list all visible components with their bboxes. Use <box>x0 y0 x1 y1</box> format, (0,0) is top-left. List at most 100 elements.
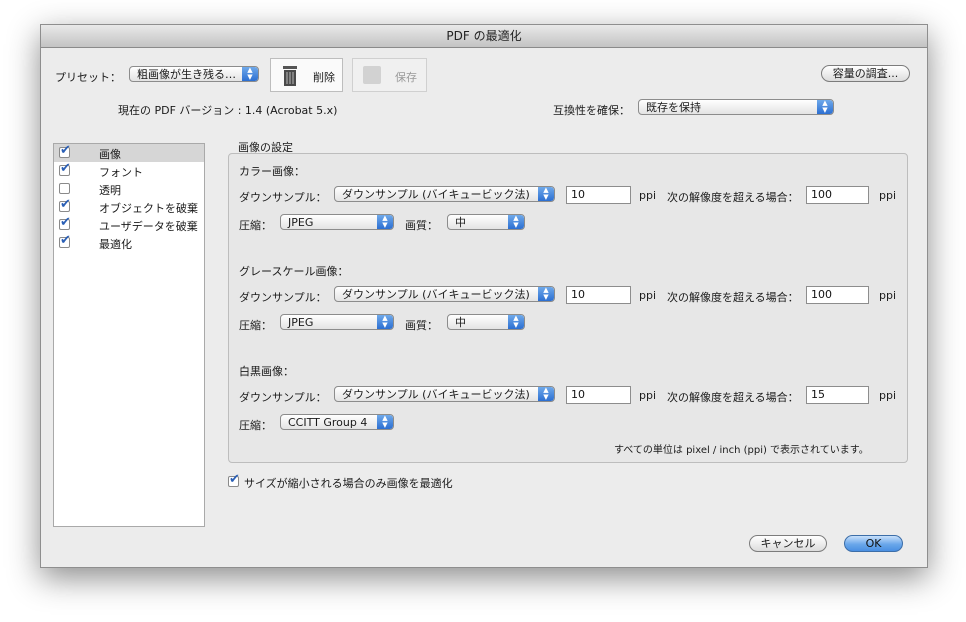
gray-ppi-input[interactable]: 10 <box>566 286 631 304</box>
images-checkbox[interactable]: ✔ <box>59 143 71 158</box>
gray-compression-value: JPEG <box>288 316 314 329</box>
select-arrows-icon: ▲ ▼ <box>242 67 258 81</box>
checkmark-icon: ✔ <box>60 143 71 158</box>
gray-compression-select[interactable]: JPEG ▲ ▼ <box>280 314 394 330</box>
color-quality-label: 画質： <box>405 219 438 232</box>
color-downsample-select[interactable]: ダウンサンプル (バイキュービック法) ▲ ▼ <box>334 186 555 202</box>
trash-icon <box>283 66 297 86</box>
fonts-checkbox[interactable]: ✔ <box>59 161 71 176</box>
cancel-button[interactable]: キャンセル <box>749 535 827 552</box>
gray-quality-value: 中 <box>455 316 466 329</box>
gray-quality-select[interactable]: 中 ▲ ▼ <box>447 314 525 330</box>
ppi-unit: ppi <box>639 289 657 302</box>
ppi-unit: ppi <box>879 289 897 302</box>
sidebar-item-label: 最適化 <box>99 238 132 251</box>
save-button[interactable]: 保存 <box>352 58 427 92</box>
mono-above-label: 次の解像度を超える場合： <box>667 391 799 404</box>
select-arrows-icon: ▲ ▼ <box>508 215 524 229</box>
sidebar-item-images[interactable]: ✔ 画像 <box>54 144 204 162</box>
optimize-pdf-dialog: PDF の最適化 プリセット： 粗画像が生き残る… ▲ ▼ 削除 保存 容量の調査… <box>40 24 928 568</box>
color-compression-select[interactable]: JPEG ▲ ▼ <box>280 214 394 230</box>
compatibility-select[interactable]: 既存を保持 ▲ ▼ <box>638 99 834 115</box>
save-icon <box>363 66 381 84</box>
sidebar-item-discard-objects[interactable]: ✔ オブジェクトを破棄 <box>54 198 204 216</box>
color-above-label: 次の解像度を超える場合： <box>667 191 799 204</box>
gray-images-heading: グレースケール画像： <box>239 265 349 278</box>
mono-downsample-label: ダウンサンプル： <box>239 391 327 404</box>
transparency-checkbox[interactable] <box>59 183 70 194</box>
checkmark-icon: ✔ <box>60 161 71 176</box>
ok-button[interactable]: OK <box>844 535 903 552</box>
color-ppi-input[interactable]: 10 <box>566 186 631 204</box>
mono-above-input[interactable]: 15 <box>806 386 869 404</box>
mono-compression-label: 圧縮： <box>239 419 272 432</box>
compatibility-label: 互換性を確保： <box>553 104 630 117</box>
sidebar-item-label: ユーザデータを破棄 <box>99 220 198 233</box>
ppi-unit: ppi <box>639 389 657 402</box>
gray-above-label: 次の解像度を超える場合： <box>667 291 799 304</box>
discard-objects-checkbox[interactable]: ✔ <box>59 197 71 212</box>
ppi-unit: ppi <box>879 189 897 202</box>
compatibility-value: 既存を保持 <box>646 101 701 114</box>
select-arrows-icon: ▲ ▼ <box>538 287 554 301</box>
optimize-checkbox[interactable]: ✔ <box>59 233 71 248</box>
select-arrows-icon: ▲ ▼ <box>377 415 393 429</box>
color-compression-value: JPEG <box>288 216 314 229</box>
sidebar-item-optimize[interactable]: ✔ 最適化 <box>54 234 204 252</box>
select-arrows-icon: ▲ ▼ <box>377 315 393 329</box>
sidebar-item-label: フォント <box>99 166 143 179</box>
gray-downsample-label: ダウンサンプル： <box>239 291 327 304</box>
sidebar-item-label: オブジェクトを破棄 <box>99 202 198 215</box>
category-list: ✔ 画像 ✔ フォント 透明 ✔ オブジェクトを破棄 ✔ ユーザデータを破棄 ✔… <box>53 143 205 527</box>
units-note: すべての単位は pixel / inch (ppi) で表示されています。 <box>614 445 869 456</box>
sidebar-item-transparency[interactable]: 透明 <box>54 180 204 198</box>
gray-downsample-value: ダウンサンプル (バイキュービック法) <box>342 288 530 301</box>
sidebar-item-label: 画像 <box>99 148 121 161</box>
preset-value: 粗画像が生き残る… <box>137 68 236 81</box>
current-pdf-version: 現在の PDF バージョン : 1.4 (Acrobat 5.x) <box>118 104 338 117</box>
checkmark-icon: ✔ <box>60 197 71 212</box>
preset-label: プリセット： <box>55 71 121 84</box>
ppi-unit: ppi <box>639 189 657 202</box>
color-downsample-value: ダウンサンプル (バイキュービック法) <box>342 188 530 201</box>
mono-compression-value: CCITT Group 4 <box>288 416 368 429</box>
image-settings-group: カラー画像： ダウンサンプル： ダウンサンプル (バイキュービック法) ▲ ▼ 1… <box>228 153 908 463</box>
optimize-only-checkbox[interactable]: ✔ <box>228 472 240 487</box>
select-arrows-icon: ▲ ▼ <box>377 215 393 229</box>
window-title: PDF の最適化 <box>41 25 927 48</box>
sidebar-item-discard-user-data[interactable]: ✔ ユーザデータを破棄 <box>54 216 204 234</box>
optimize-only-label: サイズが縮小される場合のみ画像を最適化 <box>244 477 453 490</box>
color-downsample-label: ダウンサンプル： <box>239 191 327 204</box>
mono-ppi-input[interactable]: 10 <box>566 386 631 404</box>
select-arrows-icon: ▲ ▼ <box>817 100 833 114</box>
mono-downsample-value: ダウンサンプル (バイキュービック法) <box>342 388 530 401</box>
select-arrows-icon: ▲ ▼ <box>538 387 554 401</box>
optimize-only-option[interactable]: ✔ サイズが縮小される場合のみ画像を最適化 <box>228 472 528 491</box>
select-arrows-icon: ▲ ▼ <box>508 315 524 329</box>
discard-user-data-checkbox[interactable]: ✔ <box>59 215 71 230</box>
gray-above-input[interactable]: 100 <box>806 286 869 304</box>
color-above-input[interactable]: 100 <box>806 186 869 204</box>
checkmark-icon: ✔ <box>229 472 240 487</box>
gray-downsample-select[interactable]: ダウンサンプル (バイキュービック法) ▲ ▼ <box>334 286 555 302</box>
gray-quality-label: 画質： <box>405 319 438 332</box>
delete-label: 削除 <box>313 71 335 84</box>
sidebar-item-fonts[interactable]: ✔ フォント <box>54 162 204 180</box>
select-arrows-icon: ▲ ▼ <box>538 187 554 201</box>
delete-button[interactable]: 削除 <box>270 58 343 92</box>
ppi-unit: ppi <box>879 389 897 402</box>
mono-compression-select[interactable]: CCITT Group 4 ▲ ▼ <box>280 414 394 430</box>
audit-space-button[interactable]: 容量の調査... <box>821 65 910 82</box>
color-quality-select[interactable]: 中 ▲ ▼ <box>447 214 525 230</box>
sidebar-item-label: 透明 <box>99 184 121 197</box>
save-label: 保存 <box>395 71 417 84</box>
color-compression-label: 圧縮： <box>239 219 272 232</box>
gray-compression-label: 圧縮： <box>239 319 272 332</box>
preset-select[interactable]: 粗画像が生き残る… ▲ ▼ <box>129 66 259 82</box>
color-images-heading: カラー画像： <box>239 165 305 178</box>
checkmark-icon: ✔ <box>60 215 71 230</box>
checkmark-icon: ✔ <box>60 233 71 248</box>
mono-downsample-select[interactable]: ダウンサンプル (バイキュービック法) ▲ ▼ <box>334 386 555 402</box>
mono-images-heading: 白黒画像： <box>239 365 294 378</box>
color-quality-value: 中 <box>455 216 466 229</box>
